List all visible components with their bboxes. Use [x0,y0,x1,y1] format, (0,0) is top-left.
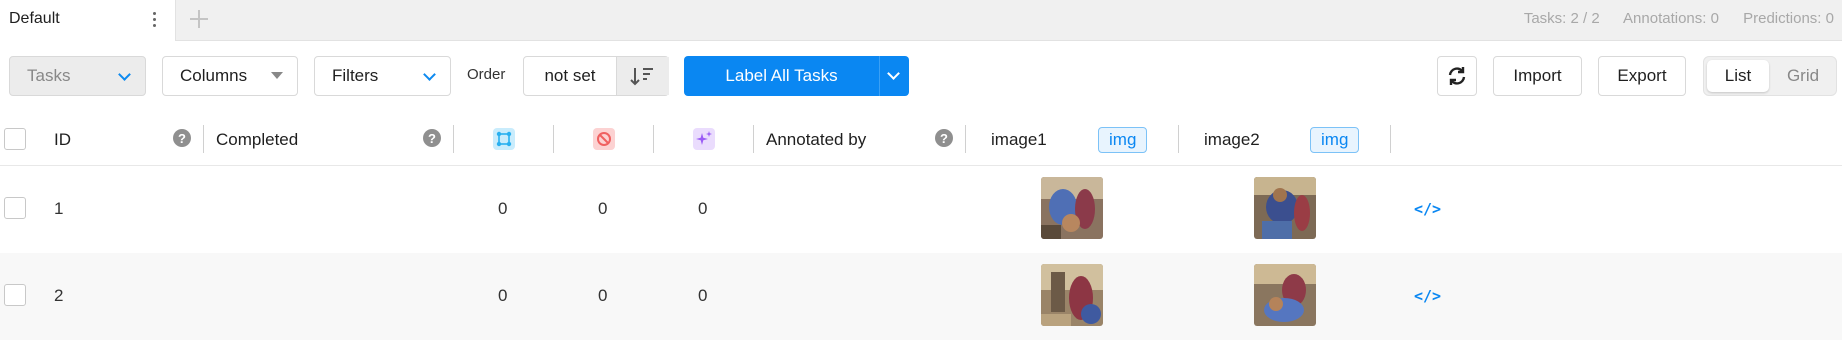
caret-down-icon [271,72,283,79]
help-icon[interactable]: ? [423,129,441,147]
chevron-down-icon [423,68,436,81]
import-label: Import [1513,66,1562,85]
total-annotations-value: 0 [498,286,508,305]
image-thumbnail-content [1041,264,1103,326]
column-divider[interactable] [203,125,204,153]
help-icon[interactable]: ? [935,129,953,147]
column-annotated-by[interactable]: Annotated by [766,113,866,166]
total-annotations-column-icon[interactable] [493,128,515,150]
annotations-icon [496,131,512,147]
sort-direction-button[interactable] [617,57,669,95]
view-toggle: List Grid [1703,56,1837,96]
total-predictions-value: 0 [698,199,708,218]
chevron-down-icon [118,68,131,81]
image-thumbnail-content [1254,177,1316,239]
import-button[interactable]: Import [1493,56,1582,96]
select-all-checkbox[interactable] [4,128,26,150]
column-completed[interactable]: Completed [216,113,298,166]
total-annotations-value: 0 [498,199,508,218]
image2-thumbnail[interactable] [1254,264,1316,326]
tasks-label: Tasks [27,66,71,85]
column-image1[interactable]: image1 [991,113,1047,166]
predictions-count: Predictions: 0 [1743,10,1834,27]
column-divider[interactable] [753,125,754,153]
column-divider[interactable] [653,125,654,153]
image1-type-tag: img [1098,127,1148,153]
column-divider[interactable] [965,125,966,153]
row-checkbox[interactable] [4,197,26,219]
label-all-tasks-button[interactable]: Label All Tasks [684,56,909,96]
tab-bar: Default Tasks: 2 / 2 Annotations: 0 Pred… [0,0,1842,41]
column-divider[interactable] [1178,125,1179,153]
columns-label: Columns [180,66,248,85]
order-select[interactable]: not set [524,57,617,95]
tasks-count: Tasks: 2 / 2 [1523,10,1600,27]
source-code-icon[interactable]: </> [1414,287,1441,305]
image-thumbnail-content [1254,264,1316,326]
tasks-dropdown[interactable]: Tasks [9,56,146,96]
cancelled-annotations-value: 0 [598,199,608,218]
total-predictions-column-icon[interactable] [693,128,715,150]
task-id: 2 [54,286,64,305]
table-row[interactable]: 2 0 0 0 </> [0,253,1842,340]
column-divider[interactable] [553,125,554,153]
sparkle-icon [696,131,712,145]
annotations-count: Annotations: 0 [1623,10,1719,27]
label-all-label: Label All Tasks [725,66,838,85]
filters-label: Filters [332,66,379,85]
label-all-dropdown[interactable] [879,56,909,96]
cancelled-annotations-column-icon[interactable] [593,128,615,150]
task-stats: Tasks: 2 / 2 Annotations: 0 Predictions:… [1524,10,1842,27]
order-control: not set [523,56,669,96]
more-vertical-icon[interactable] [146,9,162,31]
add-tab-icon[interactable] [187,7,211,31]
view-list-option[interactable]: List [1707,60,1769,92]
cancelled-annotations-value: 0 [598,286,608,305]
tab-default[interactable]: Default [0,0,176,41]
refresh-icon [1448,67,1466,85]
help-icon[interactable]: ? [173,129,191,147]
image2-type-tag: img [1310,127,1360,153]
sort-icon [630,68,653,86]
export-button[interactable]: Export [1598,56,1686,96]
filters-dropdown[interactable]: Filters [314,56,451,96]
source-code-icon[interactable]: </> [1414,200,1441,218]
column-divider[interactable] [453,125,454,153]
view-grid-option[interactable]: Grid [1772,60,1834,92]
image-thumbnail-content [1041,177,1103,239]
column-divider[interactable] [1390,125,1391,153]
columns-dropdown[interactable]: Columns [162,56,298,96]
task-id: 1 [54,199,64,218]
image2-thumbnail[interactable] [1254,177,1316,239]
table-row[interactable]: 1 0 0 0 </> [0,166,1842,253]
chevron-down-icon [887,67,900,80]
column-id[interactable]: ID [54,113,71,166]
image1-thumbnail[interactable] [1041,177,1103,239]
cancel-icon [597,132,611,146]
column-image2[interactable]: image2 [1204,113,1260,166]
export-label: Export [1617,66,1667,85]
order-label: Order [467,66,506,83]
image1-thumbnail[interactable] [1041,264,1103,326]
tab-label: Default [9,10,60,27]
total-predictions-value: 0 [698,286,708,305]
table-header: ID ? Completed ? Annotated by ? image1 i… [0,113,1842,166]
row-checkbox[interactable] [4,284,26,306]
refresh-button[interactable] [1437,56,1477,96]
